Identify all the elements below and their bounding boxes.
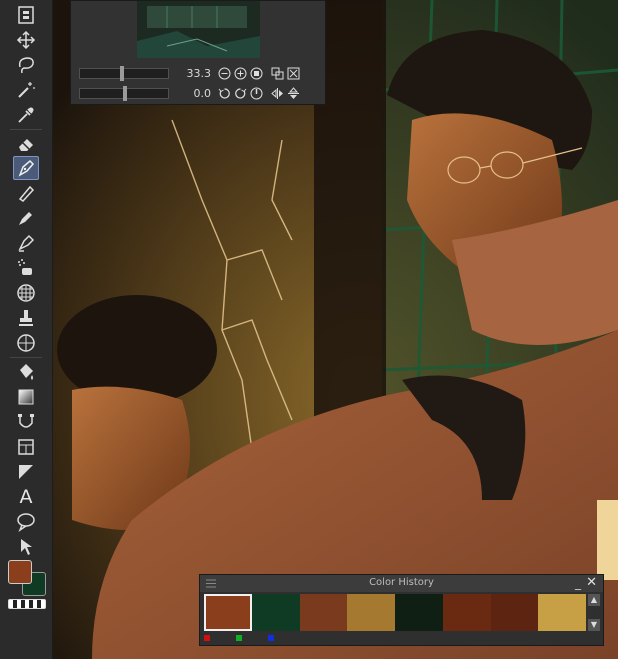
zoom-slider[interactable] [79,65,169,81]
stamp-icon [19,310,33,326]
gradient-tool[interactable] [13,385,39,409]
transparent-color-toggle[interactable] [8,599,46,609]
tool-palette: A [0,0,53,659]
lasso-tool[interactable] [13,53,39,77]
pencil-tool[interactable] [13,181,39,205]
ruler-triangle-icon [19,465,33,479]
close-button[interactable]: ✕ [586,575,597,590]
color-history-swatch[interactable] [395,594,443,631]
pen-nib-icon [18,159,35,177]
figure-tool[interactable] [13,410,39,434]
zoom-in-icon[interactable] [234,67,247,80]
blue-channel-indicator [268,635,274,641]
rotate-right-icon[interactable] [234,87,247,100]
zoom-value[interactable]: 33.3 [169,67,212,80]
color-history-titlebar[interactable]: Color History _ ✕ [200,575,603,592]
minimize-button[interactable]: _ [575,576,581,590]
text-tool[interactable]: A [13,485,39,509]
flip-vertical-icon[interactable] [287,86,300,100]
cursor-arrow-icon [21,539,32,555]
lasso-icon [18,57,34,74]
magic-wand-icon [18,82,35,98]
color-history-swatch[interactable] [251,594,300,631]
text-icon: A [19,485,33,508]
move-arrows-icon [16,30,36,50]
eyedropper-tool[interactable] [13,103,39,127]
correct-line-tool[interactable] [13,535,39,559]
rotation-slider-knob[interactable] [123,85,127,101]
color-history-title: Color History [369,577,434,588]
reset-rotation-icon[interactable] [250,87,263,100]
fill-tool[interactable] [13,360,39,384]
zoom-out-icon[interactable] [218,67,231,80]
eraser-icon [19,139,33,151]
navigator-preview-image [137,1,260,58]
rotation-value[interactable]: 0.0 [169,87,212,100]
airbrush-icon [18,259,32,275]
brush-icon [19,212,32,225]
zoom-row: 33.3 [79,65,325,81]
speech-balloon-icon [17,513,35,532]
color-history-panel: Color History _ ✕ ▲ ▼ [199,574,604,646]
blend-tool[interactable] [13,331,39,355]
actual-size-icon[interactable] [271,67,284,80]
color-history-swatch[interactable] [442,594,491,631]
eraser-tool[interactable] [13,132,39,156]
layer-property-tool[interactable] [13,3,39,27]
flip-horizontal-icon[interactable] [271,87,284,100]
color-history-swatches [204,594,587,631]
toolbar-divider [10,357,42,358]
navigator-panel: 33.3 0.0 [70,0,326,105]
layer-property-icon [18,6,34,24]
fit-window-icon[interactable] [287,67,300,80]
curve-figure-icon [18,414,34,428]
move-tool[interactable] [13,28,39,52]
color-history-footer [200,631,603,645]
color-history-swatch[interactable] [490,594,539,631]
eyedropper-icon [18,107,34,123]
green-channel-indicator [236,635,242,641]
magic-wand-tool[interactable] [13,78,39,102]
scroll-up-button[interactable]: ▲ [588,594,600,606]
color-history-swatch[interactable] [347,594,396,631]
pen-tool[interactable] [13,156,39,180]
rotation-row: 0.0 [79,85,325,101]
frame-border-tool[interactable] [13,435,39,459]
ink-pen-icon [18,234,35,252]
frame-border-icon [18,439,34,455]
blend-grid-icon [17,334,35,352]
navigator-preview[interactable] [137,1,260,58]
color-history-swatch[interactable] [204,594,252,631]
balloon-tool[interactable] [13,510,39,534]
rotate-left-icon[interactable] [218,87,231,100]
ruler-tool[interactable] [13,460,39,484]
stamp-tool[interactable] [13,306,39,330]
rotation-slider[interactable] [79,85,169,101]
gradient-icon [18,389,34,405]
red-channel-indicator [204,635,210,641]
zoom-slider-knob[interactable] [120,65,124,81]
fit-stop-icon[interactable] [250,67,263,80]
decoration-pattern-icon [17,284,35,302]
main-color-swatch[interactable] [8,560,32,584]
toolbar-divider [10,129,42,130]
color-history-swatch[interactable] [538,594,587,631]
pencil-icon [18,185,35,202]
color-history-scrollbar[interactable]: ▲ ▼ [588,594,600,631]
brush-tool[interactable] [13,206,39,230]
decoration-tool[interactable] [13,281,39,305]
fill-bucket-icon [20,364,33,380]
scroll-down-button[interactable]: ▼ [588,619,600,631]
color-history-swatch[interactable] [299,594,348,631]
inking-tool[interactable] [13,231,39,255]
airbrush-tool[interactable] [13,256,39,280]
